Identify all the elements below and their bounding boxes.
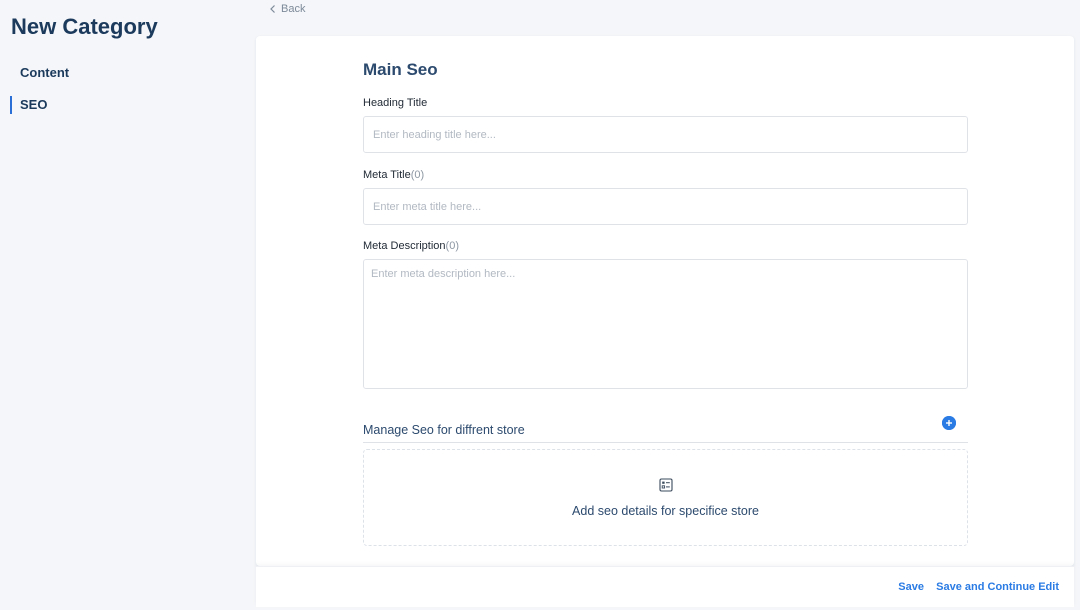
meta-description-char-count: (0) bbox=[445, 240, 459, 252]
back-link[interactable]: Back bbox=[268, 1, 305, 17]
save-and-continue-button[interactable]: Save and Continue Edit bbox=[936, 581, 1059, 593]
store-seo-empty-text: Add seo details for specifice store bbox=[572, 504, 759, 518]
back-label: Back bbox=[281, 3, 306, 15]
meta-description-textarea[interactable] bbox=[363, 259, 968, 389]
sidebar-item-content[interactable]: Content bbox=[10, 62, 240, 84]
store-seo-title: Manage Seo for diffrent store bbox=[363, 423, 525, 437]
add-store-seo-button[interactable] bbox=[942, 416, 956, 430]
sidebar-item-seo[interactable]: SEO bbox=[10, 94, 240, 116]
chevron-left-icon bbox=[270, 5, 275, 13]
store-seo-header: Manage Seo for diffrent store bbox=[363, 416, 968, 443]
page-title: New Category bbox=[11, 14, 158, 39]
heading-title-input[interactable] bbox=[363, 116, 968, 153]
meta-title-label-text: Meta Title bbox=[363, 169, 411, 181]
sidebar-nav: Content SEO bbox=[10, 62, 240, 116]
meta-title-input[interactable] bbox=[363, 188, 968, 225]
store-seo-empty-state[interactable]: Add seo details for specifice store bbox=[363, 449, 968, 546]
meta-title-label: Meta Title(0) bbox=[363, 169, 424, 181]
sidebar-item-label: SEO bbox=[20, 97, 48, 112]
sidebar-item-label: Content bbox=[20, 65, 70, 80]
heading-title-label: Heading Title bbox=[363, 97, 427, 109]
meta-title-char-count: (0) bbox=[410, 169, 425, 181]
section-title: Main Seo bbox=[363, 60, 438, 79]
plus-circle-icon bbox=[942, 416, 956, 430]
save-button[interactable]: Save bbox=[898, 581, 924, 593]
meta-description-label: Meta Description(0) bbox=[363, 240, 459, 252]
action-footer: Save Save and Continue Edit bbox=[256, 566, 1074, 607]
list-card-icon bbox=[659, 478, 673, 492]
heading-title-label-text: Heading Title bbox=[363, 97, 428, 109]
page: New Category Content SEO Back Main Seo H… bbox=[0, 0, 1080, 610]
meta-description-label-text: Meta Description bbox=[363, 240, 446, 252]
seo-card: Main Seo Heading Title Meta Title(0) Met… bbox=[256, 36, 1074, 566]
